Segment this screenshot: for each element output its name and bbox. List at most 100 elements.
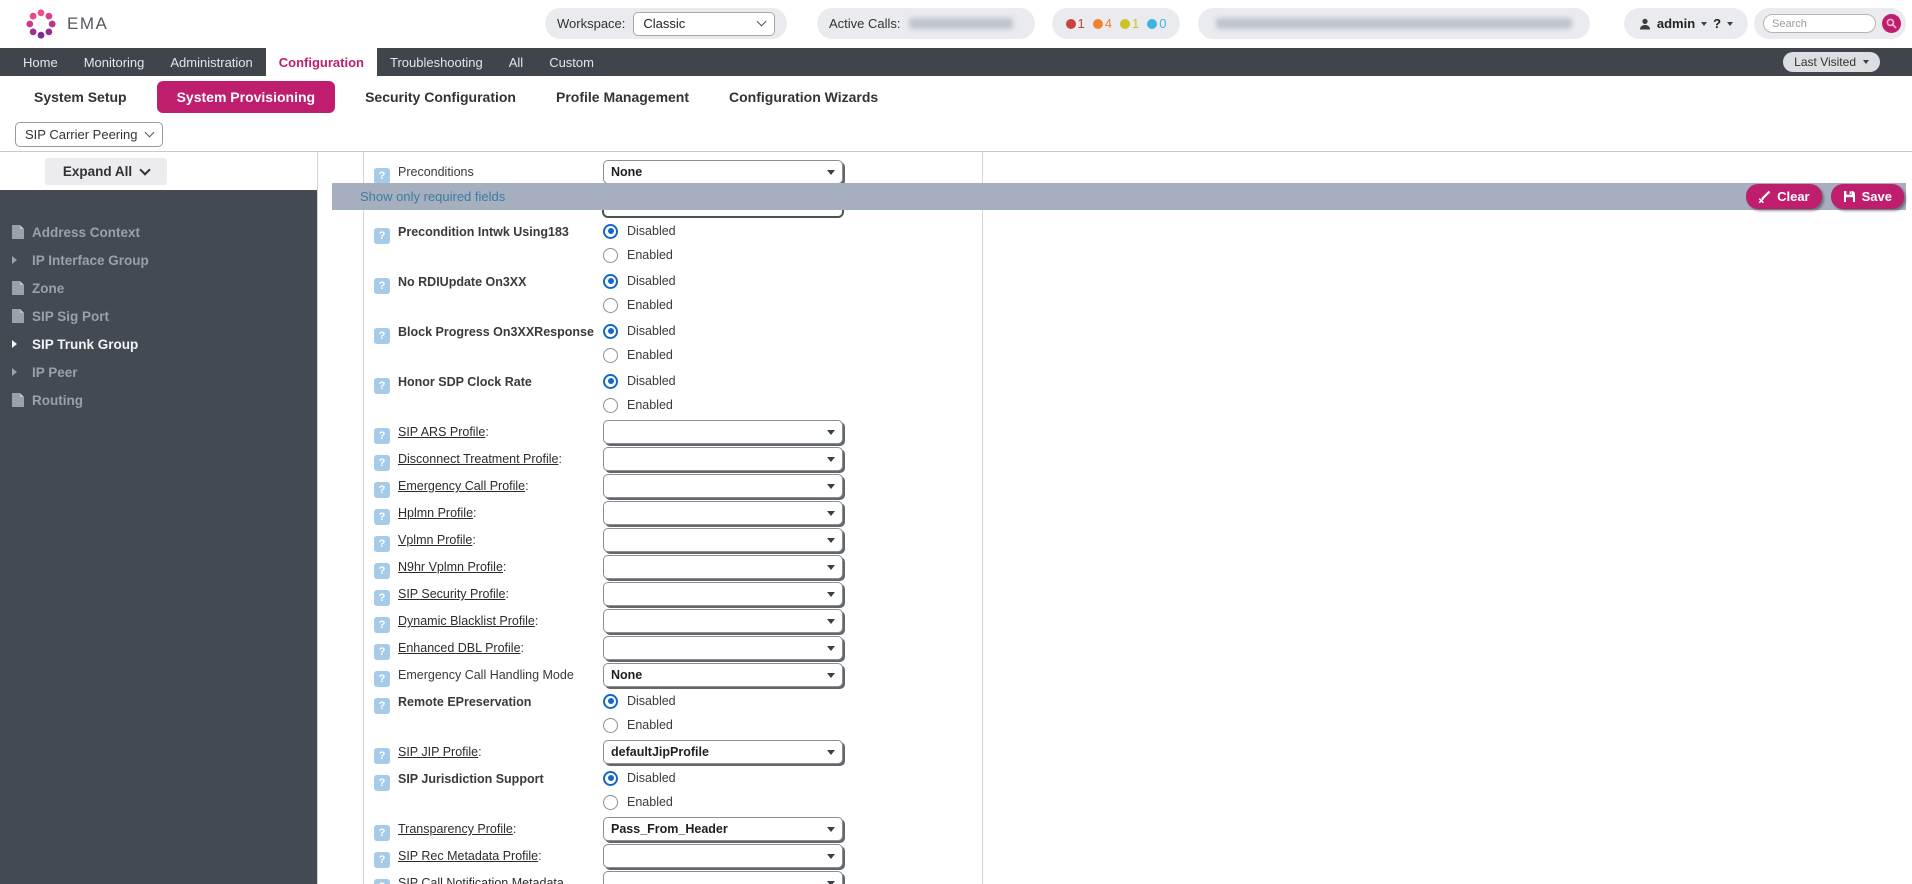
field-select[interactable]: None <box>603 160 843 184</box>
field-label[interactable]: SIP ARS Profile <box>398 425 485 439</box>
help-icon[interactable]: ? <box>374 509 390 525</box>
field-label[interactable]: SIP JIP Profile <box>398 745 478 759</box>
brand: EMA <box>26 9 108 39</box>
help-icon[interactable]: ? <box>374 671 390 687</box>
field-select[interactable] <box>603 474 843 498</box>
nav-item[interactable]: Monitoring <box>71 48 158 76</box>
field-label[interactable]: Dynamic Blacklist Profile <box>398 614 535 628</box>
field-select[interactable] <box>603 844 843 868</box>
help-menu[interactable]: ? <box>1713 16 1721 31</box>
sidebar-item[interactable]: Address Context <box>0 218 317 246</box>
help-icon[interactable]: ? <box>374 536 390 552</box>
sidebar-item[interactable]: Routing <box>0 386 317 414</box>
radio-option-enabled[interactable]: Enabled <box>603 344 676 366</box>
field-label-cell: ?No RDIUpdate On3XX <box>374 270 603 294</box>
radio-option-enabled[interactable]: Enabled <box>603 394 676 416</box>
subnav-item-label: System Setup <box>34 89 127 105</box>
field-select[interactable] <box>603 501 843 525</box>
radio-option-enabled[interactable]: Enabled <box>603 294 676 316</box>
field-label[interactable]: SIP Security Profile <box>398 587 505 601</box>
help-icon[interactable]: ? <box>374 228 390 244</box>
sidebar-item[interactable]: Zone <box>0 274 317 302</box>
expand-all-button[interactable]: Expand All <box>45 158 167 185</box>
sidebar-item[interactable]: SIP Sig Port <box>0 302 317 330</box>
clear-button[interactable]: Clear <box>1746 184 1822 209</box>
field-select[interactable]: None <box>603 663 843 687</box>
radio-option-disabled[interactable]: Disabled <box>603 370 676 392</box>
radio-option-enabled[interactable]: Enabled <box>603 714 676 736</box>
field-label[interactable]: Transparency Profile <box>398 822 513 836</box>
field-select[interactable] <box>603 871 843 884</box>
radio-option-disabled[interactable]: Disabled <box>603 220 676 242</box>
help-icon[interactable]: ? <box>374 563 390 579</box>
nav-item[interactable]: Administration <box>157 48 265 76</box>
show-required-link[interactable]: Show only required fields <box>360 189 505 204</box>
help-icon[interactable]: ? <box>374 328 390 344</box>
nav-item[interactable]: All <box>496 48 536 76</box>
field-label[interactable]: Vplmn Profile <box>398 533 472 547</box>
help-icon[interactable]: ? <box>374 852 390 868</box>
help-icon[interactable]: ? <box>374 617 390 633</box>
field-label[interactable]: Enhanced DBL Profile <box>398 641 521 655</box>
help-icon[interactable]: ? <box>374 748 390 764</box>
field-label[interactable]: SIP Rec Metadata Profile <box>398 849 538 863</box>
field-label[interactable]: Hplmn Profile <box>398 506 473 520</box>
radio-option-disabled[interactable]: Disabled <box>603 767 676 789</box>
search-input[interactable] <box>1763 14 1876 33</box>
field-label-cell: ?Remote EPreservation <box>374 690 603 714</box>
help-icon[interactable]: ? <box>374 482 390 498</box>
form-row: ?No RDIUpdate On3XX Disabled Enabled <box>374 270 982 320</box>
help-icon[interactable]: ? <box>374 278 390 294</box>
field-select[interactable]: Pass_From_Header <box>603 817 843 841</box>
subnav-item[interactable]: Profile Management <box>546 82 699 112</box>
subnav-item[interactable]: System Setup <box>24 82 137 112</box>
sidebar-item[interactable]: SIP Trunk Group <box>0 330 317 358</box>
field-label-cell: ?SIP ARS Profile: <box>374 420 603 444</box>
field-select[interactable] <box>603 555 843 579</box>
subnav-item-label: Profile Management <box>556 89 689 105</box>
field-select[interactable]: defaultJipProfile <box>603 740 843 764</box>
subnav-item[interactable]: Security Configuration <box>355 82 526 112</box>
field-label[interactable]: SIP Call Notification Metadata Profile <box>374 876 564 884</box>
help-icon[interactable]: ? <box>374 825 390 841</box>
search-button[interactable] <box>1882 14 1901 33</box>
last-visited-button[interactable]: Last Visited <box>1783 52 1880 72</box>
help-icon[interactable]: ? <box>374 775 390 791</box>
field-select[interactable] <box>603 609 843 633</box>
help-icon[interactable]: ? <box>374 428 390 444</box>
user-menu[interactable]: admin ? <box>1624 8 1748 39</box>
field-select[interactable] <box>603 582 843 606</box>
radio-option-enabled[interactable]: Enabled <box>603 244 676 266</box>
help-icon[interactable]: ? <box>374 455 390 471</box>
subnav-item[interactable]: System Provisioning <box>157 81 335 113</box>
radio-option-disabled[interactable]: Disabled <box>603 690 676 712</box>
subnav-item[interactable]: Configuration Wizards <box>719 82 888 112</box>
radio-option-disabled[interactable]: Disabled <box>603 270 676 292</box>
field-select[interactable] <box>603 636 843 660</box>
workspace-select[interactable]: Classic <box>633 12 775 36</box>
nav-item[interactable]: Troubleshooting <box>377 48 496 76</box>
form-column: ?Preconditions None ?Precondition Intwk … <box>364 152 982 884</box>
nav-item[interactable]: Home <box>10 48 71 76</box>
radio-option-enabled[interactable]: Enabled <box>603 791 676 813</box>
sidebar-item[interactable]: IP Interface Group <box>0 246 317 274</box>
radio-option-disabled[interactable]: Disabled <box>603 320 676 342</box>
field-select-value: None <box>611 668 642 682</box>
field-label[interactable]: N9hr Vplmn Profile <box>398 560 503 574</box>
sidebar-item[interactable]: IP Peer <box>0 358 317 386</box>
help-icon[interactable]: ? <box>374 879 390 884</box>
category-select[interactable]: SIP Carrier Peering <box>15 122 163 147</box>
nav-item[interactable]: Custom <box>536 48 607 76</box>
field-select[interactable] <box>603 420 843 444</box>
nav-item[interactable]: Configuration <box>266 48 377 76</box>
help-icon[interactable]: ? <box>374 168 390 184</box>
field-select[interactable] <box>603 528 843 552</box>
field-label[interactable]: Emergency Call Profile <box>398 479 525 493</box>
field-label[interactable]: Disconnect Treatment Profile <box>398 452 559 466</box>
help-icon[interactable]: ? <box>374 378 390 394</box>
save-button[interactable]: Save <box>1831 184 1904 209</box>
help-icon[interactable]: ? <box>374 590 390 606</box>
help-icon[interactable]: ? <box>374 698 390 714</box>
field-select[interactable] <box>603 447 843 471</box>
help-icon[interactable]: ? <box>374 644 390 660</box>
